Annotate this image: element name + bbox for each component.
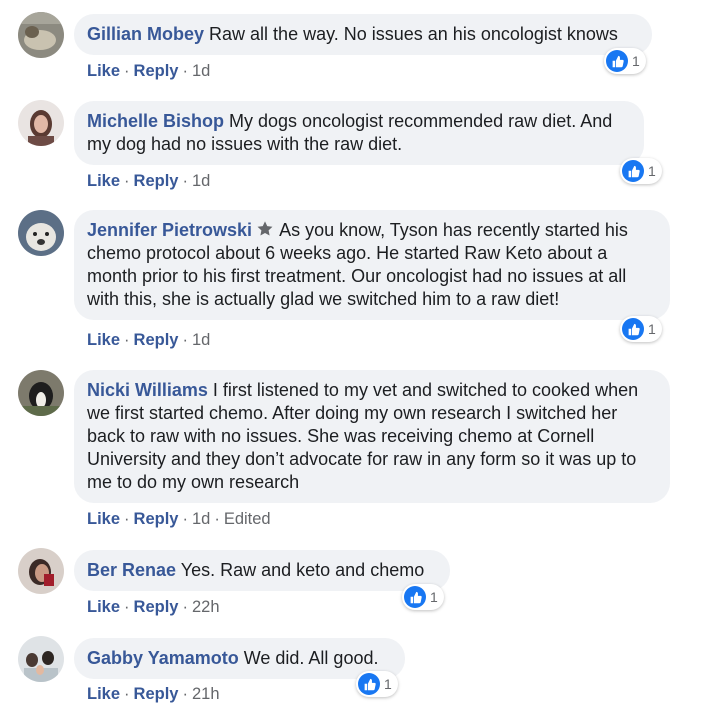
comment-text: Raw all the way. No issues an his oncolo… bbox=[204, 24, 618, 44]
like-reaction-icon bbox=[358, 673, 380, 695]
like-reaction-icon bbox=[404, 586, 426, 608]
like-button[interactable]: Like bbox=[87, 598, 120, 616]
comment-author[interactable]: Gillian Mobey bbox=[87, 24, 204, 44]
like-button[interactable]: Like bbox=[87, 510, 120, 528]
comment-text: Yes. Raw and keto and chemo bbox=[176, 560, 425, 580]
reply-button[interactable]: Reply bbox=[134, 331, 179, 349]
comment-actions: Like · Reply · 1d bbox=[87, 62, 211, 80]
comment-timestamp[interactable]: 1d bbox=[192, 172, 210, 190]
comment-actions: Like · Reply · 1d bbox=[87, 172, 211, 190]
avatar[interactable] bbox=[18, 100, 64, 146]
reply-button[interactable]: Reply bbox=[134, 172, 179, 190]
comment-author[interactable]: Nicki Williams bbox=[87, 380, 208, 400]
comment-bubble: Gillian Mobey Raw all the way. No issues… bbox=[74, 14, 652, 55]
comment-author[interactable]: Jennifer Pietrowski bbox=[87, 220, 252, 240]
like-button[interactable]: Like bbox=[87, 685, 120, 703]
like-button[interactable]: Like bbox=[87, 172, 120, 190]
like-reaction-icon bbox=[622, 318, 644, 340]
reaction-number: 1 bbox=[648, 321, 656, 337]
reply-button[interactable]: Reply bbox=[134, 510, 179, 528]
reply-button[interactable]: Reply bbox=[134, 62, 179, 80]
reaction-number: 1 bbox=[384, 676, 392, 692]
reply-button[interactable]: Reply bbox=[134, 685, 179, 703]
comment-actions: Like · Reply · 21h bbox=[87, 685, 220, 703]
avatar[interactable] bbox=[18, 548, 64, 594]
comment-timestamp[interactable]: 1d bbox=[192, 62, 210, 80]
comment-timestamp[interactable]: 1d bbox=[192, 331, 210, 349]
reaction-number: 1 bbox=[430, 589, 438, 605]
avatar[interactable] bbox=[18, 12, 64, 58]
like-reaction-icon bbox=[606, 50, 628, 72]
comment-actions: Like · Reply · 1d bbox=[87, 331, 211, 349]
avatar[interactable] bbox=[18, 210, 64, 256]
comment-bubble: Jennifer Pietrowski As you know, Tyson h… bbox=[74, 210, 670, 320]
comment-bubble: Gabby Yamamoto We did. All good. bbox=[74, 638, 405, 679]
reaction-count[interactable]: 1 bbox=[620, 158, 662, 184]
reaction-count[interactable]: 1 bbox=[402, 584, 444, 610]
star-badge-icon bbox=[257, 221, 273, 236]
comment-author[interactable]: Michelle Bishop bbox=[87, 111, 224, 131]
like-reaction-icon bbox=[622, 160, 644, 182]
avatar[interactable] bbox=[18, 370, 64, 416]
reaction-count[interactable]: 1 bbox=[620, 316, 662, 342]
comment-text: We did. All good. bbox=[238, 648, 379, 668]
reaction-count[interactable]: 1 bbox=[356, 671, 398, 697]
comment-timestamp[interactable]: 1d bbox=[192, 510, 210, 528]
comment-bubble: Michelle Bishop My dogs oncologist recom… bbox=[74, 101, 644, 165]
comment-bubble: Ber Renae Yes. Raw and keto and chemo bbox=[74, 550, 450, 591]
reaction-count[interactable]: 1 bbox=[604, 48, 646, 74]
edited-label[interactable]: Edited bbox=[224, 510, 271, 528]
reaction-number: 1 bbox=[632, 53, 640, 69]
comment-bubble: Nicki Williams I first listened to my ve… bbox=[74, 370, 670, 503]
comment-timestamp[interactable]: 22h bbox=[192, 598, 220, 616]
like-button[interactable]: Like bbox=[87, 62, 120, 80]
comment-actions: Like · Reply · 22h bbox=[87, 598, 220, 616]
comment-timestamp[interactable]: 21h bbox=[192, 685, 220, 703]
comment-author[interactable]: Gabby Yamamoto bbox=[87, 648, 239, 668]
avatar[interactable] bbox=[18, 636, 64, 682]
reply-button[interactable]: Reply bbox=[134, 598, 179, 616]
comment-actions: Like · Reply · 1d · Edited bbox=[87, 510, 271, 528]
like-button[interactable]: Like bbox=[87, 331, 120, 349]
reaction-number: 1 bbox=[648, 163, 656, 179]
comment-author[interactable]: Ber Renae bbox=[87, 560, 176, 580]
